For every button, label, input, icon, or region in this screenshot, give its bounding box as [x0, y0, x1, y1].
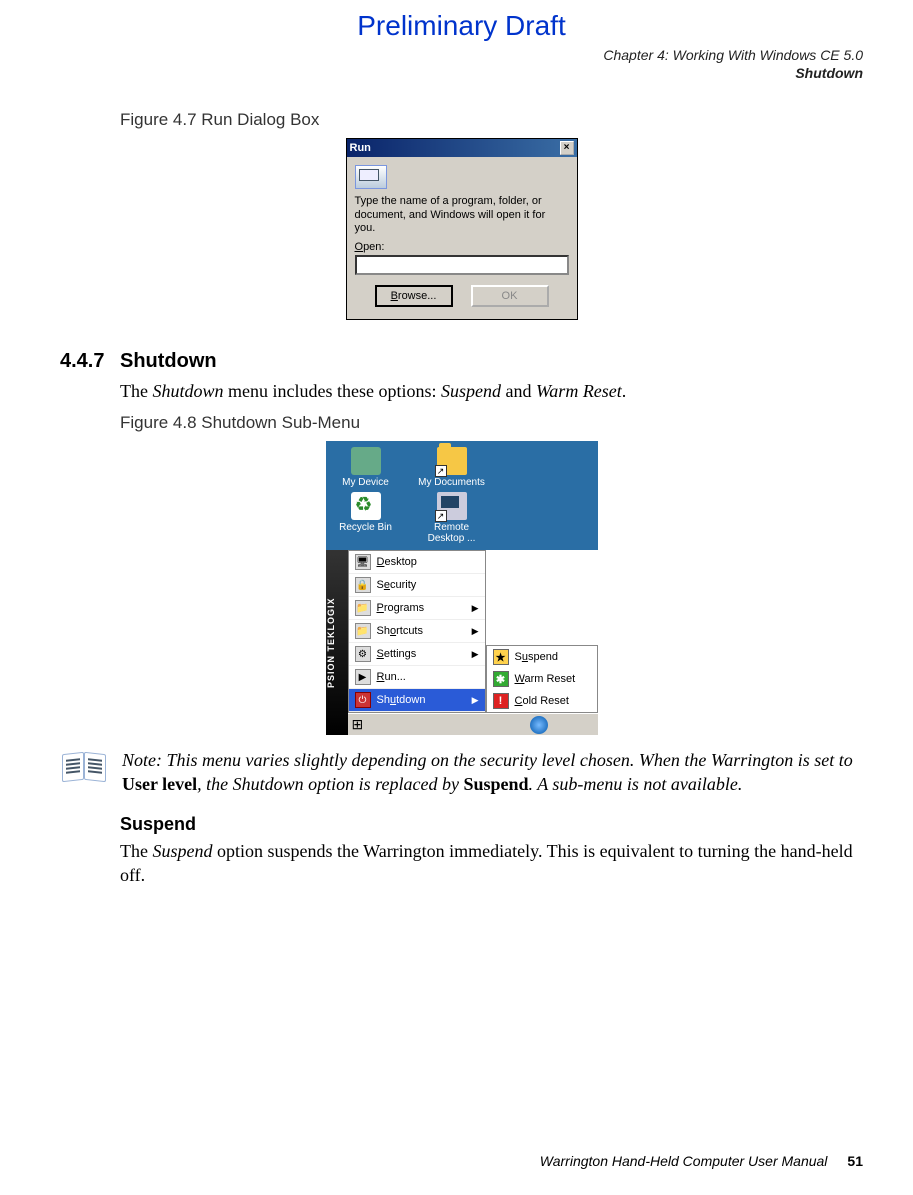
shortcuts-icon: 📁	[355, 623, 371, 639]
desktop-icon-my-device[interactable]: My Device	[332, 447, 400, 488]
header-section: Shutdown	[60, 64, 863, 82]
footer-manual-title: Warrington Hand-Held Computer User Manua…	[540, 1153, 828, 1169]
start-button[interactable]: ⊞	[352, 716, 364, 733]
remote-desktop-icon: ↗	[437, 492, 467, 520]
chevron-right-icon: ▶	[472, 649, 479, 660]
settings-icon: ⚙	[355, 646, 371, 662]
desktop-icon-remote-desktop[interactable]: ↗ Remote Desktop ...	[418, 492, 486, 544]
globe-icon[interactable]	[530, 716, 548, 734]
chevron-right-icon: ▶	[472, 603, 479, 614]
cold-reset-icon: !	[493, 693, 509, 709]
desktop-icon-my-documents[interactable]: ↗ My Documents	[418, 447, 486, 488]
run-icon	[355, 165, 387, 189]
note-text: Note: This menu varies slightly dependin…	[122, 749, 863, 796]
preliminary-draft-label: Preliminary Draft	[60, 10, 863, 42]
menu-item-shortcuts[interactable]: 📁Shortcuts▶	[349, 620, 485, 643]
section-number: 4.4.7	[60, 350, 120, 373]
open-label: Open:	[355, 241, 569, 253]
power-icon: ⏻	[355, 692, 371, 708]
start-menu: 🖥Desktop 🔒Security 📁Programs▶ 📁Shortcuts…	[348, 550, 486, 713]
section-title: Shutdown	[120, 350, 217, 373]
folder-icon: ↗	[437, 447, 467, 475]
book-icon	[60, 749, 108, 785]
page-header: Chapter 4: Working With Windows CE 5.0 S…	[60, 46, 863, 82]
menu-item-desktop[interactable]: 🖥Desktop	[349, 551, 485, 574]
run-dialog-titlebar: Run ×	[347, 139, 577, 157]
menu-item-programs[interactable]: 📁Programs▶	[349, 597, 485, 620]
menu-item-settings[interactable]: ⚙Settings▶	[349, 643, 485, 666]
note-block: Note: This menu varies slightly dependin…	[60, 749, 863, 796]
desktop-icon-recycle-bin[interactable]: Recycle Bin	[332, 492, 400, 544]
shortcut-arrow-icon: ↗	[435, 510, 447, 522]
shutdown-intro: The Shutdown menu includes these options…	[120, 379, 863, 403]
suspend-heading: Suspend	[120, 814, 863, 835]
run-description: Type the name of a program, folder, or d…	[355, 195, 569, 235]
device-icon	[351, 447, 381, 475]
submenu-item-warm-reset[interactable]: ✱Warm Reset	[487, 668, 597, 690]
start-menu-brand-strip: PSION TEKLOGIX	[326, 550, 348, 735]
chevron-right-icon: ▶	[472, 626, 479, 637]
figure-4-7-caption: Figure 4.7 Run Dialog Box	[120, 110, 863, 130]
open-input[interactable]	[355, 255, 569, 275]
submenu-item-cold-reset[interactable]: !Cold Reset	[487, 690, 597, 712]
header-chapter: Chapter 4: Working With Windows CE 5.0	[60, 46, 863, 64]
browse-button[interactable]: Browse...	[375, 285, 453, 307]
label: Recycle Bin	[332, 522, 400, 533]
run-title-text: Run	[350, 142, 371, 154]
close-icon[interactable]: ×	[560, 141, 574, 155]
taskbar: ⊞	[348, 713, 598, 735]
run-icon: ▶	[355, 669, 371, 685]
lock-icon: 🔒	[355, 577, 371, 593]
suspend-icon: ★	[493, 649, 509, 665]
chevron-right-icon: ▶	[472, 695, 479, 706]
shutdown-submenu-screenshot: My Device ↗ My Documents Recycle Bin ↗ R…	[326, 441, 598, 735]
programs-icon: 📁	[355, 600, 371, 616]
shortcut-arrow-icon: ↗	[435, 465, 447, 477]
page-footer: Warrington Hand-Held Computer User Manua…	[60, 1153, 863, 1169]
menu-item-run[interactable]: ▶Run...	[349, 666, 485, 689]
recycle-icon	[351, 492, 381, 520]
desktop-icon: 🖥	[355, 554, 371, 570]
menu-item-shutdown[interactable]: ⏻Shutdown▶	[349, 689, 485, 712]
suspend-paragraph: The Suspend option suspends the Warringt…	[120, 839, 863, 888]
label: My Device	[332, 477, 400, 488]
figure-4-8-caption: Figure 4.8 Shutdown Sub-Menu	[120, 413, 863, 433]
shutdown-submenu: ★Suspend ✱Warm Reset !Cold Reset	[486, 645, 598, 713]
label: Remote Desktop ...	[418, 522, 486, 544]
run-dialog: Run × Type the name of a program, folder…	[346, 138, 578, 320]
menu-item-security[interactable]: 🔒Security	[349, 574, 485, 597]
label: My Documents	[418, 477, 486, 488]
desktop-area: My Device ↗ My Documents Recycle Bin ↗ R…	[326, 441, 598, 550]
warm-reset-icon: ✱	[493, 671, 509, 687]
submenu-item-suspend[interactable]: ★Suspend	[487, 646, 597, 668]
footer-page-number: 51	[847, 1153, 863, 1169]
ok-button[interactable]: OK	[471, 285, 549, 307]
